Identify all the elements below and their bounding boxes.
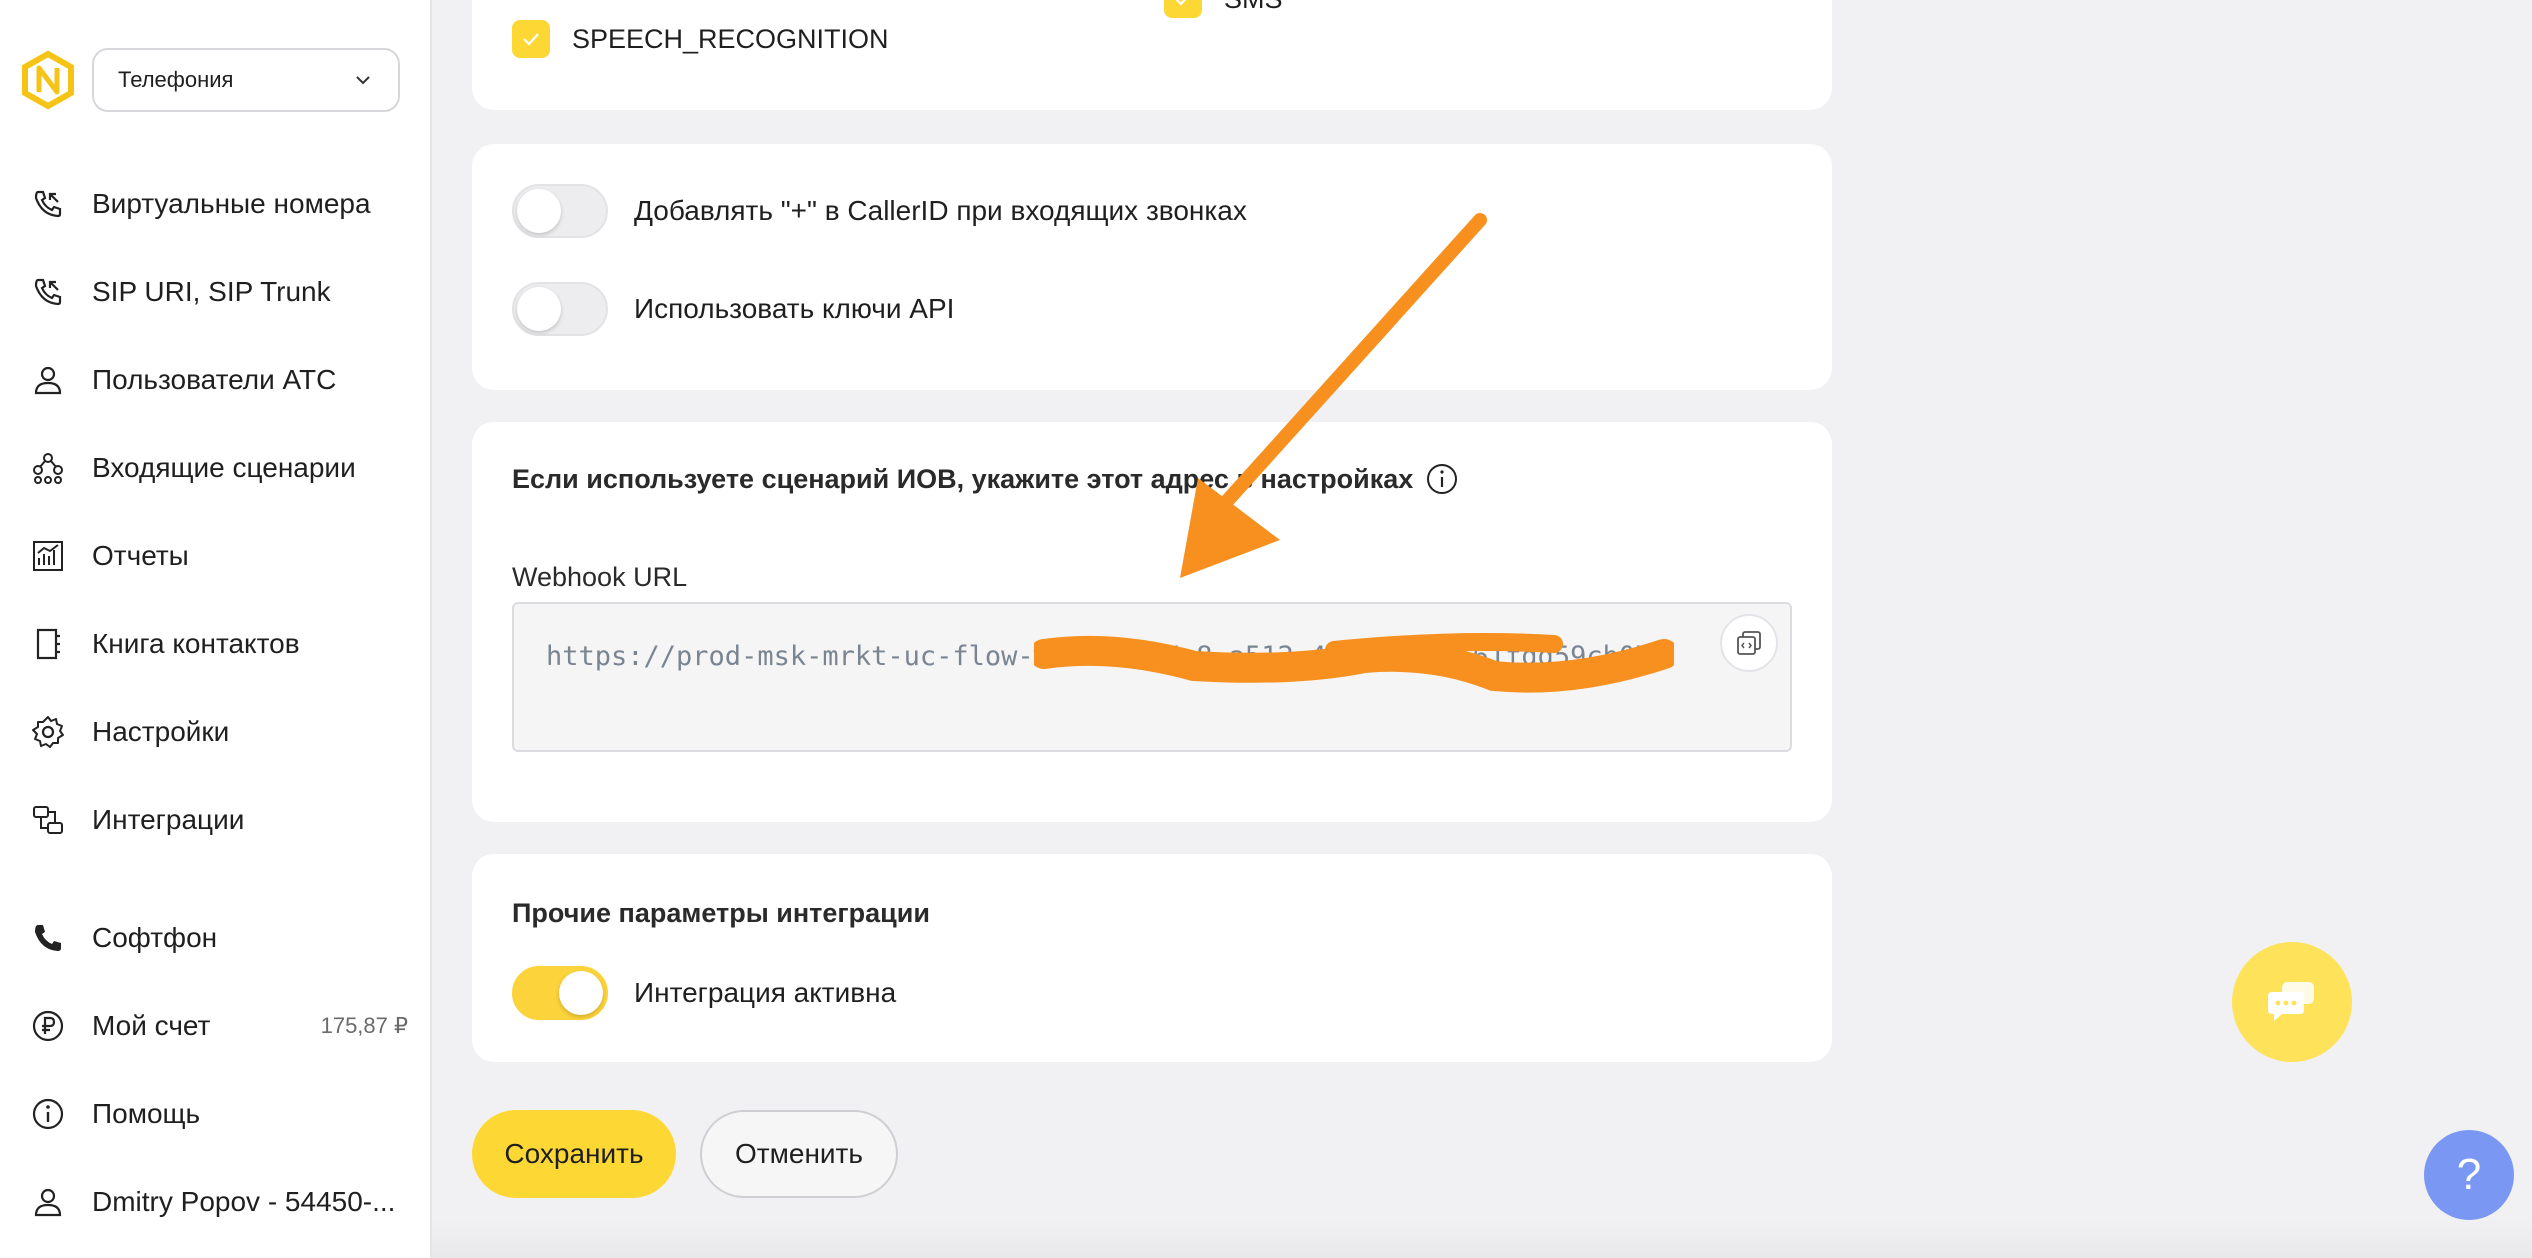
speech-recognition-checkbox-row[interactable]: SPEECH_RECOGNITION	[512, 20, 889, 58]
sidebar-item-label: Входящие сценарии	[92, 452, 356, 483]
chat-bubbles-icon	[2268, 982, 2314, 1021]
cancel-button[interactable]: Отменить	[700, 1110, 898, 1198]
sms-label: SMS	[1224, 0, 1283, 15]
add-plus-callerid-toggle[interactable]	[512, 184, 608, 238]
sidebar-item-label: SIP URI, SIP Trunk	[92, 276, 331, 307]
check-icon	[523, 33, 539, 46]
bottom-edge	[432, 1220, 2532, 1258]
report-chart-icon	[28, 536, 68, 576]
use-api-keys-toggle[interactable]	[512, 282, 608, 336]
sidebar-item-pbx-users[interactable]: Пользователи АТС	[28, 356, 408, 404]
save-button[interactable]: Сохранить	[472, 1110, 676, 1198]
info-icon	[28, 1094, 68, 1134]
speech-recognition-label: SPEECH_RECOGNITION	[572, 23, 889, 54]
chevron-down-icon	[356, 76, 370, 85]
gear-icon	[28, 712, 68, 752]
scenario-tree-icon	[28, 448, 68, 488]
webhook-url-value: https://prod-msk-mrkt-uc-flow-w k.nov / …	[546, 641, 1668, 672]
product-select-value: Телефония	[118, 67, 234, 92]
checkbox-checked[interactable]	[1164, 0, 1202, 18]
webhook-url-field[interactable]: https://prod-msk-mrkt-uc-flow-w k.nov / …	[512, 602, 1792, 752]
options-card: Добавлять "+" в CallerID при входящих зв…	[472, 144, 1832, 390]
sidebar-item-integrations[interactable]: Интеграции	[28, 796, 408, 844]
sidebar-item-profile[interactable]: Dmitry Popov - 54450-...	[28, 1178, 408, 1226]
sidebar-item-reports[interactable]: Отчеты	[28, 532, 408, 580]
sidebar-item-softphone[interactable]: Софтфон	[28, 914, 408, 962]
sms-checkbox-row[interactable]: SMS	[1164, 0, 1283, 18]
chat-button[interactable]	[2232, 942, 2352, 1062]
sidebar-item-account[interactable]: Мой счет 175,87 ₽	[28, 1002, 408, 1050]
use-api-keys-label: Использовать ключи API	[634, 293, 955, 324]
webhook-url-label: Webhook URL	[512, 562, 688, 592]
use-api-keys-row: Использовать ключи API	[512, 282, 954, 336]
webhook-title-text: Если используете сценарий ИОВ, укажите э…	[512, 463, 1414, 494]
sidebar-item-help[interactable]: Помощь	[28, 1090, 408, 1138]
logo-icon	[22, 50, 74, 110]
sidebar-item-contacts[interactable]: Книга контактов	[28, 620, 408, 668]
checkbox-checked[interactable]	[512, 20, 550, 58]
sidebar-item-label: Dmitry Popov - 54450-...	[92, 1186, 396, 1217]
integration-active-toggle[interactable]	[512, 966, 608, 1020]
sidebar-item-label: Интеграции	[92, 804, 245, 835]
other-params-card: Прочие параметры интеграции Интеграция а…	[472, 854, 1832, 1062]
ruble-icon	[28, 1006, 68, 1046]
account-balance: 175,87 ₽	[320, 1013, 408, 1038]
add-plus-callerid-row: Добавлять "+" в CallerID при входящих зв…	[512, 184, 1247, 238]
user-icon	[28, 1182, 68, 1222]
toggle-knob	[559, 971, 603, 1015]
toggle-knob	[517, 189, 561, 233]
sidebar-item-incoming-scenarios[interactable]: Входящие сценарии	[28, 444, 408, 492]
copy-url-button[interactable]	[1720, 614, 1778, 672]
sidebar-item-label: Софтфон	[92, 922, 218, 953]
sidebar-item-label: Виртуальные номера	[92, 188, 371, 219]
copy-code-icon	[1737, 631, 1761, 655]
toggle-knob	[517, 287, 561, 331]
info-icon[interactable]	[1425, 462, 1459, 496]
webhook-card: Если используете сценарий ИОВ, укажите э…	[472, 422, 1832, 822]
sidebar-item-label: Настройки	[92, 716, 230, 747]
help-button[interactable]: ?	[2424, 1130, 2514, 1220]
webhook-section-title: Если используете сценарий ИОВ, укажите э…	[512, 462, 1459, 496]
sidebar-item-label: Пользователи АТС	[92, 364, 337, 395]
contact-book-icon	[28, 624, 68, 664]
integration-active-label: Интеграция активна	[634, 977, 897, 1008]
sidebar-item-sip[interactable]: SIP URI, SIP Trunk	[28, 268, 408, 316]
phone-incoming-icon	[28, 184, 68, 224]
other-params-title: Прочие параметры интеграции	[512, 898, 930, 928]
phone-icon	[28, 918, 68, 958]
add-plus-callerid-label: Добавлять "+" в CallerID при входящих зв…	[634, 195, 1247, 226]
sidebar: Телефония Виртуальные номера SIP URI, SI…	[0, 0, 432, 1258]
sidebar-item-settings[interactable]: Настройки	[28, 708, 408, 756]
user-icon	[28, 360, 68, 400]
product-select[interactable]: Телефония	[92, 48, 400, 112]
sidebar-item-label: Помощь	[92, 1098, 201, 1129]
integrations-icon	[28, 800, 68, 840]
sidebar-item-label: Мой счет	[92, 1010, 211, 1041]
check-icon	[1175, 0, 1187, 6]
phone-incoming-icon	[28, 272, 68, 312]
sidebar-item-label: Книга контактов	[92, 628, 300, 659]
sidebar-item-virtual-numbers[interactable]: Виртуальные номера	[28, 180, 408, 228]
permissions-card: SPEECH_RECOGNITION SMS	[472, 0, 1832, 110]
integration-active-row: Интеграция активна	[512, 966, 896, 1020]
sidebar-item-label: Отчеты	[92, 540, 189, 571]
